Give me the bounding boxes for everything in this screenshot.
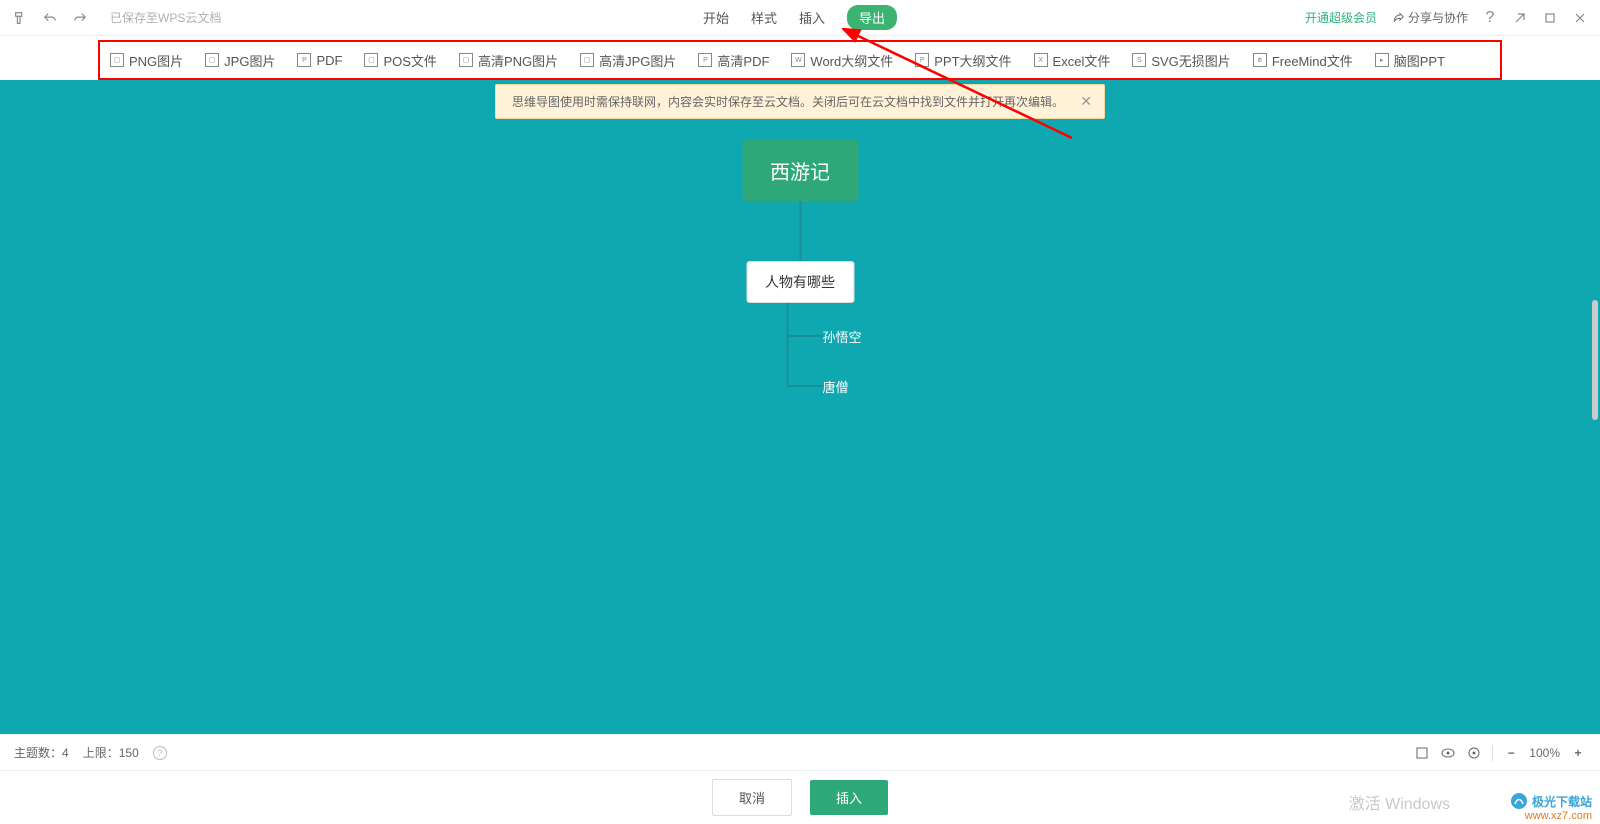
main-tabs: 开始 样式 插入 导出 [703, 5, 897, 30]
pdf-icon: P [297, 53, 311, 67]
vip-link[interactable]: 开通超级会员 [1305, 9, 1377, 26]
sub-node-1[interactable]: 孙悟空 [822, 327, 861, 346]
divider [1492, 745, 1493, 761]
excel-icon: X [1034, 53, 1048, 67]
top-bar: 已保存至WPS云文档 开始 样式 插入 导出 开通超级会员 分享与协作 ? [0, 0, 1600, 36]
export-word[interactable]: WWord大纲文件 [791, 51, 893, 70]
pos-icon: ▢ [364, 53, 378, 67]
connector [786, 335, 822, 337]
export-png[interactable]: ▢PNG图片 [110, 51, 183, 70]
bottom-action-bar: 取消 插入 [0, 770, 1600, 824]
zoom-level: 100% [1529, 746, 1560, 760]
redo-icon[interactable] [72, 10, 88, 26]
format-painter-icon[interactable] [12, 10, 28, 26]
share-button[interactable]: 分享与协作 [1391, 9, 1468, 26]
image-icon: ▢ [459, 53, 473, 67]
limit: 上限：150 [83, 744, 139, 761]
connector [786, 385, 822, 387]
tab-style[interactable]: 样式 [751, 8, 777, 27]
status-right: − 100% + [1414, 745, 1586, 761]
top-left-tools: 已保存至WPS云文档 [12, 9, 221, 26]
info-message: 思维导图使用时需保持联网，内容会实时保存至云文档。关闭后可在云文档中找到文件并打… [495, 84, 1105, 119]
image-icon: ▢ [580, 53, 594, 67]
export-svg[interactable]: SSVG无损图片 [1132, 51, 1230, 70]
eye-icon[interactable] [1440, 745, 1456, 761]
export-hd-jpg[interactable]: ▢高清JPG图片 [580, 51, 676, 70]
help-icon[interactable]: ? [1482, 10, 1498, 26]
export-ppt[interactable]: PPPT大纲文件 [915, 51, 1011, 70]
connector [799, 201, 801, 261]
word-icon: W [791, 53, 805, 67]
connector [786, 303, 788, 385]
svg-icon: S [1132, 53, 1146, 67]
ppt-icon: P [915, 53, 929, 67]
minimize-icon[interactable] [1512, 10, 1528, 26]
insert-button[interactable]: 插入 [810, 780, 888, 815]
export-jpg[interactable]: ▢JPG图片 [205, 51, 275, 70]
export-freemind[interactable]: ⋔FreeMind文件 [1253, 51, 1353, 70]
export-hd-pdf[interactable]: P高清PDF [698, 51, 769, 70]
close-icon[interactable] [1572, 10, 1588, 26]
tab-insert[interactable]: 插入 [799, 8, 825, 27]
export-pos[interactable]: ▢POS文件 [364, 51, 436, 70]
message-text: 思维导图使用时需保持联网，内容会实时保存至云文档。关闭后可在云文档中找到文件并打… [512, 93, 1064, 110]
top-right-tools: 开通超级会员 分享与协作 ? [1305, 9, 1588, 26]
mindmap-tree: 西游记 人物有哪些 孙悟空 唐僧 [738, 140, 861, 411]
export-ribbon: ▢PNG图片 ▢JPG图片 PPDF ▢POS文件 ▢高清PNG图片 ▢高清JP… [98, 40, 1502, 80]
maximize-icon[interactable] [1542, 10, 1558, 26]
target-icon[interactable] [1466, 745, 1482, 761]
export-pdf[interactable]: PPDF [297, 53, 342, 68]
export-excel[interactable]: XExcel文件 [1034, 51, 1111, 70]
image-icon: ▢ [205, 53, 219, 67]
root-node[interactable]: 西游记 [742, 140, 858, 201]
mindmap-canvas[interactable]: 思维导图使用时需保持联网，内容会实时保存至云文档。关闭后可在云文档中找到文件并打… [0, 80, 1600, 734]
ppt-icon: ▸ [1375, 53, 1389, 67]
save-status: 已保存至WPS云文档 [110, 9, 221, 26]
tab-start[interactable]: 开始 [703, 8, 729, 27]
child-node[interactable]: 人物有哪些 [746, 261, 854, 303]
sub-branch: 孙悟空 唐僧 [786, 303, 861, 411]
pdf-icon: P [698, 53, 712, 67]
message-close-icon[interactable]: ✕ [1080, 93, 1092, 110]
topic-count: 主题数：4 [14, 744, 69, 761]
zoom-out-icon[interactable]: − [1503, 745, 1519, 761]
zoom-in-icon[interactable]: + [1570, 745, 1586, 761]
image-icon: ▢ [110, 53, 124, 67]
tab-export[interactable]: 导出 [847, 5, 897, 30]
export-hd-png[interactable]: ▢高清PNG图片 [459, 51, 558, 70]
share-label: 分享与协作 [1408, 9, 1468, 26]
undo-icon[interactable] [42, 10, 58, 26]
cancel-button[interactable]: 取消 [712, 779, 792, 816]
status-bar: 主题数：4 上限：150 ? − 100% + [0, 734, 1600, 770]
vertical-scrollbar[interactable] [1592, 300, 1598, 420]
freemind-icon: ⋔ [1253, 53, 1267, 67]
status-left: 主题数：4 上限：150 ? [14, 744, 167, 761]
export-mindppt[interactable]: ▸脑图PPT [1375, 51, 1445, 70]
sub-node-2[interactable]: 唐僧 [822, 377, 848, 396]
fit-icon[interactable] [1414, 745, 1430, 761]
help-icon[interactable]: ? [153, 746, 167, 760]
